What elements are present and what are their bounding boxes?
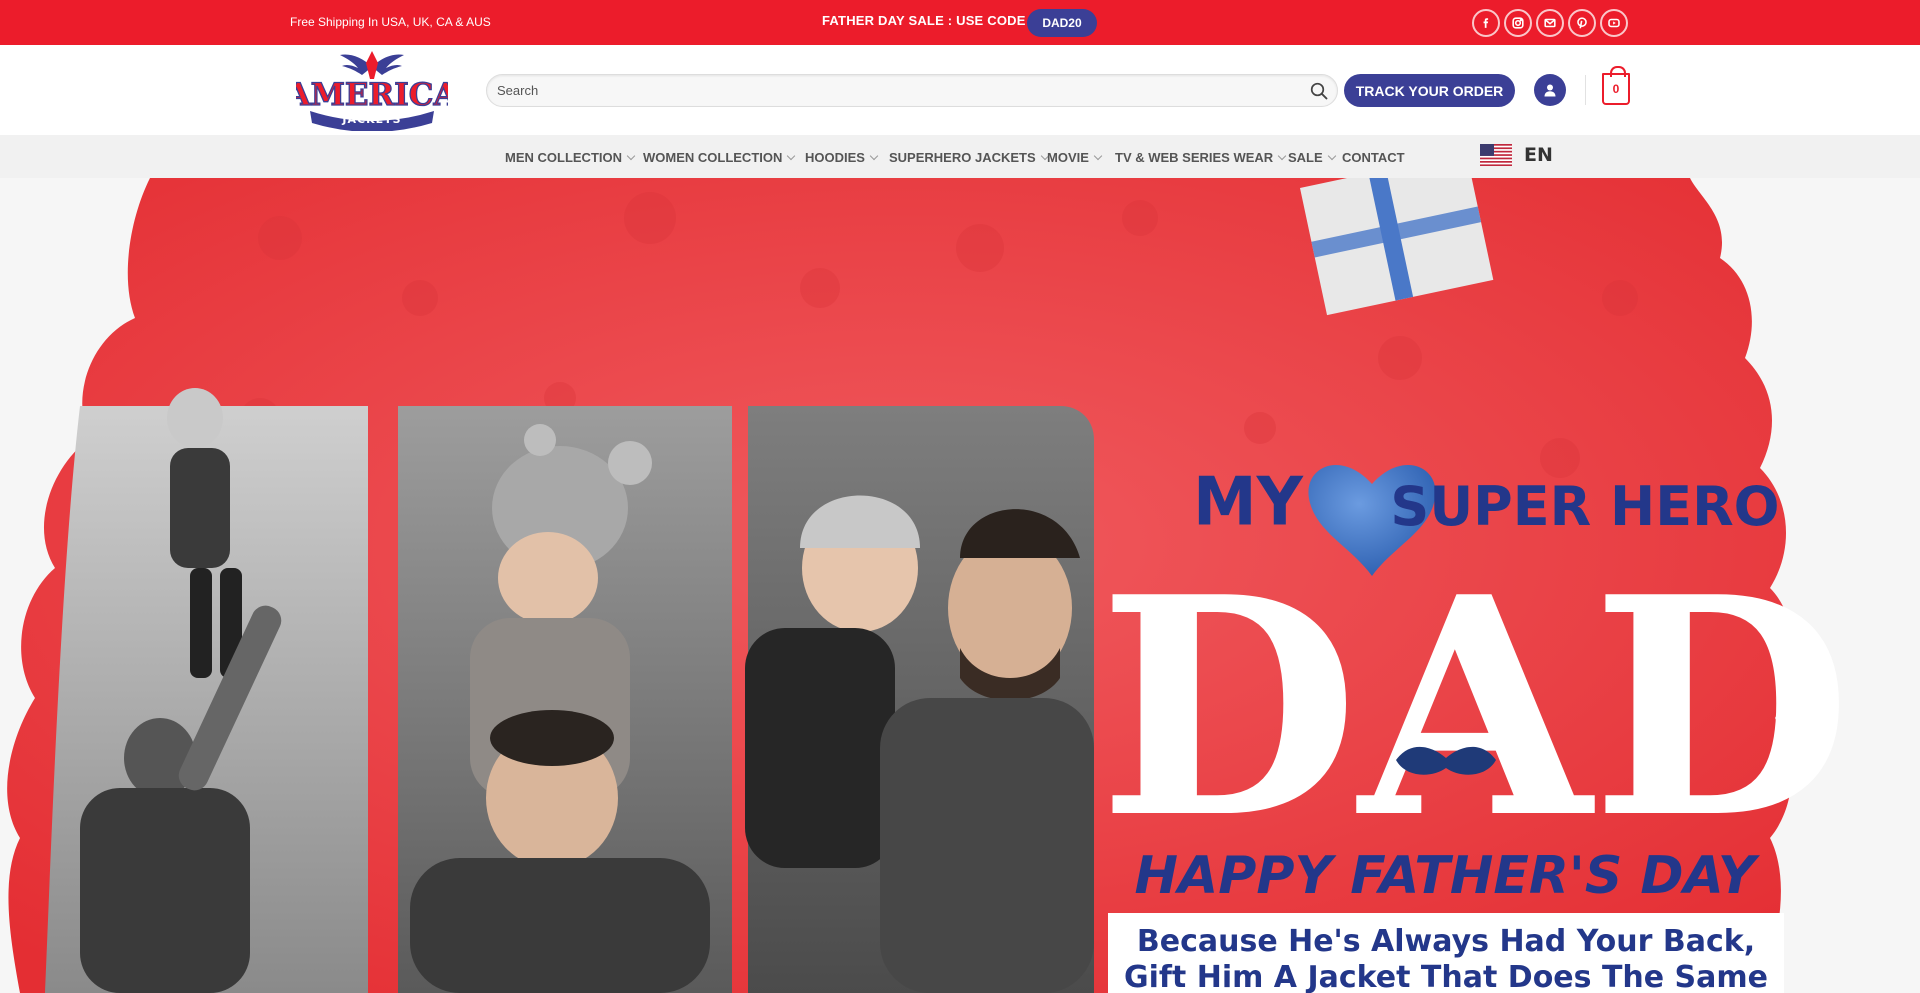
nav-item-label: CONTACT	[1342, 150, 1405, 165]
facebook-icon[interactable]	[1472, 9, 1500, 37]
language-switcher[interactable]: EN	[1480, 144, 1553, 166]
instagram-icon[interactable]	[1504, 9, 1532, 37]
site-logo[interactable]: AMERICA JACKETS	[285, 49, 459, 132]
coupon-code-badge: DAD20	[1027, 9, 1097, 37]
nav-item-sale[interactable]: SALE	[1288, 150, 1336, 165]
chevron-down-icon	[869, 151, 879, 160]
header-divider	[1585, 75, 1586, 105]
nav-item-label: MOVIE	[1047, 150, 1089, 165]
nav-item-hoodies[interactable]: HOODIES	[805, 150, 879, 165]
account-icon[interactable]	[1534, 74, 1566, 106]
cart-icon[interactable]: 0	[1602, 66, 1630, 105]
hero-tagline-2: Gift Him A Jacket That Does The Same	[1124, 960, 1768, 993]
search-input[interactable]	[497, 75, 1287, 106]
nav-item-tv-web-series-wear[interactable]: TV & WEB SERIES WEAR	[1115, 150, 1287, 165]
shipping-notice: Free Shipping In USA, UK, CA & AUS	[290, 15, 491, 29]
site-header: AMERICA JACKETS TRACK YOUR ORDER 0	[0, 45, 1920, 135]
hero-text-happy-fathers-day: HAPPY FATHER'S DAY	[1135, 846, 1761, 906]
logo-text-jackets: JACKETS	[341, 113, 401, 126]
chevron-down-icon	[1277, 151, 1287, 160]
main-navigation: MEN COLLECTION WOMEN COLLECTION HOODIES …	[0, 135, 1920, 178]
email-icon[interactable]	[1536, 9, 1564, 37]
track-order-button[interactable]: TRACK YOUR ORDER	[1344, 74, 1515, 107]
nav-item-contact[interactable]: CONTACT	[1342, 150, 1405, 165]
search-icon[interactable]	[1309, 81, 1329, 101]
pinterest-icon[interactable]	[1568, 9, 1596, 37]
sale-notice: FATHER DAY SALE : USE CODE	[822, 13, 1026, 28]
nav-item-movie[interactable]: MOVIE	[1047, 150, 1103, 165]
nav-item-label: WOMEN COLLECTION	[643, 150, 783, 165]
logo-text-america: AMERICA	[296, 77, 448, 113]
hero-text-super-hero: SUPER HERO	[1390, 475, 1779, 538]
hero-graphic: MY SUPER HERO DAD HAPPY FATHER'S DAY Bec…	[0, 178, 1920, 993]
nav-item-men-collection[interactable]: MEN COLLECTION	[505, 150, 636, 165]
language-label: EN	[1524, 144, 1553, 166]
nav-item-superhero-jackets[interactable]: SUPERHERO JACKETS	[889, 150, 1049, 165]
nav-item-label: MEN COLLECTION	[505, 150, 622, 165]
nav-item-women-collection[interactable]: WOMEN COLLECTION	[643, 150, 796, 165]
hero-tagline-1: Because He's Always Had Your Back,	[1137, 924, 1755, 959]
search-bar	[486, 74, 1338, 107]
hero-banner[interactable]: MY SUPER HERO DAD HAPPY FATHER'S DAY Bec…	[0, 178, 1920, 993]
nav-item-label: TV & WEB SERIES WEAR	[1115, 150, 1274, 165]
nav-item-label: HOODIES	[805, 150, 865, 165]
hero-text-my: MY	[1193, 463, 1304, 541]
us-flag-icon	[1480, 144, 1512, 166]
chevron-down-icon	[626, 151, 636, 160]
announcement-bar: Free Shipping In USA, UK, CA & AUS FATHE…	[0, 0, 1920, 45]
chevron-down-icon	[787, 151, 796, 160]
nav-item-label: SALE	[1288, 150, 1323, 165]
nav-item-label: SUPERHERO JACKETS	[889, 150, 1036, 165]
youtube-icon[interactable]	[1600, 9, 1628, 37]
hero-text-dad: DAD	[1098, 531, 1851, 884]
chevron-down-icon	[1327, 151, 1336, 160]
chevron-down-icon	[1093, 151, 1103, 160]
